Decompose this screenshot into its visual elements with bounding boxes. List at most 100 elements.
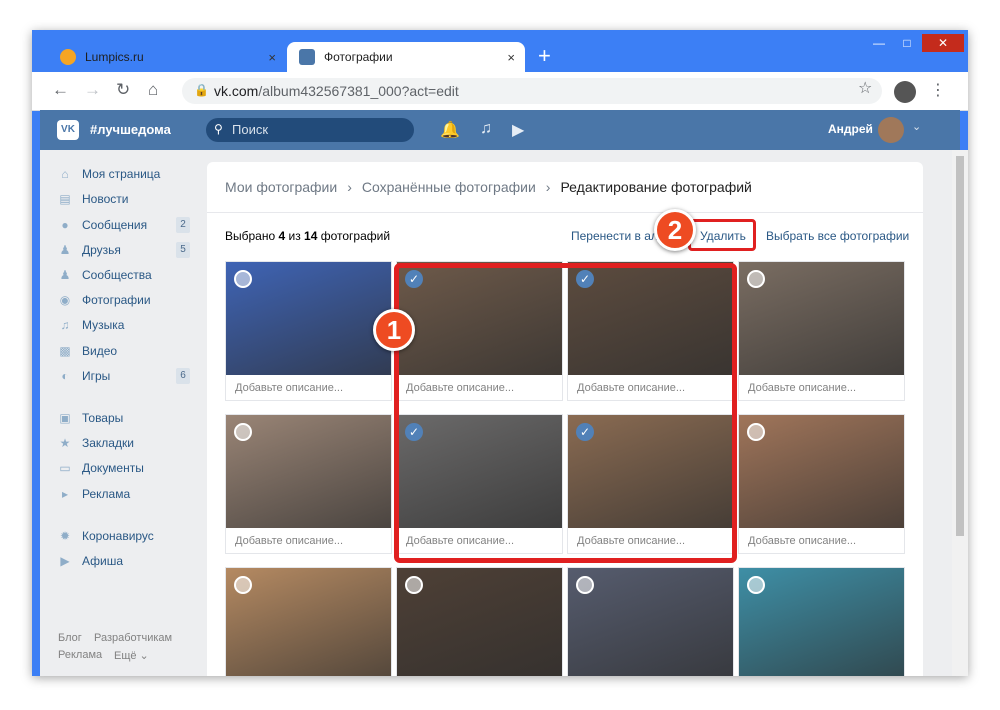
close-icon[interactable]: × [507, 50, 515, 65]
bookmark-star-icon[interactable]: ☆ [858, 78, 872, 98]
sidebar-item-afisha[interactable]: ▶ Афиша [58, 551, 198, 571]
footer-developers[interactable]: Разработчикам [94, 632, 172, 644]
photo-description[interactable]: Добавьте описание... [748, 382, 856, 394]
footer-more[interactable]: Ещё ⌄ [114, 649, 149, 662]
sidebar-item-photos[interactable]: ◉ Фотографии [58, 290, 198, 310]
music-icon: ♫ [60, 318, 70, 332]
url-text: vk.com/album432567381_000?act=edit [214, 83, 459, 99]
avatar[interactable] [878, 117, 904, 143]
photo-card[interactable] [567, 567, 734, 676]
vk-brand[interactable]: #лучшедома [90, 122, 171, 137]
sidebar-item-friends[interactable]: ♟ Друзья 5 [58, 240, 198, 260]
sidebar-item-label: Документы [82, 461, 144, 475]
photo-card[interactable] [396, 567, 563, 676]
reload-icon[interactable]: ↻ [116, 80, 130, 100]
camera-icon: ◉ [59, 293, 71, 307]
checkbox-icon[interactable] [747, 423, 765, 441]
sidebar-item-label: Афиша [82, 554, 124, 568]
user-name[interactable]: Андрей [828, 122, 873, 136]
sidebar-item-music[interactable]: ♫ Музыка [58, 315, 198, 335]
select-all-link[interactable]: Выбрать все фотографии [766, 229, 909, 243]
new-tab-button[interactable]: + [538, 45, 551, 67]
photo-card[interactable] [738, 567, 905, 676]
sidebar-item-my-page[interactable]: ⌂ Моя страница [58, 164, 198, 184]
address-bar[interactable]: 🔒 vk.com/album432567381_000?act=edit [182, 78, 882, 104]
selection-highlight-frame [394, 263, 737, 563]
search-input[interactable]: ⚲ Поиск [206, 118, 414, 142]
close-window-button[interactable]: ✕ [922, 34, 964, 52]
sidebar-item-label: Реклама [82, 487, 131, 501]
megaphone-icon: ▸ [61, 487, 69, 501]
search-placeholder: Поиск [232, 122, 269, 137]
scrollbar-thumb[interactable] [956, 156, 964, 536]
minimize-button[interactable]: — [866, 34, 892, 52]
breadcrumb-separator: › [347, 179, 352, 195]
delete-link[interactable]: Удалить [700, 229, 746, 243]
checkbox-icon[interactable] [747, 576, 765, 594]
photo-description[interactable]: Добавьте описание... [235, 382, 343, 394]
checkbox-icon[interactable] [747, 270, 765, 288]
photo-card[interactable]: Добавьте описание... [738, 414, 905, 554]
sidebar-item-goods[interactable]: ▣ Товары [58, 408, 198, 428]
home-icon[interactable]: ⌂ [148, 80, 158, 100]
sidebar-item-label: Сообщения [82, 218, 148, 232]
breadcrumb-saved-photos[interactable]: Сохранённые фотографии [362, 179, 536, 195]
checkbox-icon[interactable] [234, 423, 252, 441]
vk-header: VK #лучшедома ⚲ Поиск 🔔 ♫ ▶ Андрей ⌄ [40, 110, 960, 150]
news-icon: ▤ [59, 192, 71, 206]
photo-card[interactable]: Добавьте описание... [225, 414, 392, 554]
sidebar-item-bookmarks[interactable]: ★ Закладки [58, 433, 198, 453]
sidebar-item-communities[interactable]: ♟ Сообщества [58, 265, 198, 285]
sidebar-item-label: Музыка [82, 318, 125, 332]
photo-card[interactable] [225, 567, 392, 676]
sidebar-item-games[interactable]: ◐ Игры 6 [58, 366, 198, 386]
selection-summary: Выбрано 4 из 14 фотографий [225, 229, 390, 243]
checkbox-icon[interactable] [576, 576, 594, 594]
tab-lumpics[interactable]: Lumpics.ru × [48, 42, 286, 72]
photo-description[interactable]: Добавьте описание... [748, 535, 856, 547]
breadcrumb-my-photos[interactable]: Мои фотографии [225, 179, 337, 195]
film-icon: ▩ [59, 344, 71, 358]
sidebar-item-documents[interactable]: ▭ Документы [58, 458, 198, 478]
music-icon[interactable]: ♫ [480, 120, 492, 138]
sidebar-item-video[interactable]: ▩ Видео [58, 341, 198, 361]
checkbox-icon[interactable] [405, 576, 423, 594]
forward-icon[interactable]: → [84, 80, 101, 100]
vk-logo[interactable]: VK [57, 120, 79, 140]
browser-window: Lumpics.ru × Фотографии × + — □ ✕ ← → ↻ … [32, 30, 968, 676]
sidebar-item-label: Видео [82, 344, 118, 358]
total-count: 14 [304, 229, 318, 243]
sidebar-item-coronavirus[interactable]: ✹ Коронавирус [58, 526, 198, 546]
virus-icon: ✹ [59, 529, 71, 543]
sidebar-item-news[interactable]: ▤ Новости [58, 189, 198, 209]
bell-icon[interactable]: 🔔 [440, 120, 460, 140]
sidebar-item-ads[interactable]: ▸ Реклама [58, 484, 198, 504]
breadcrumb-current: Редактирование фотографий [560, 179, 752, 195]
sidebar-item-messages[interactable]: ● Сообщения 2 [58, 215, 198, 235]
move-to-album-link[interactable]: Перенести в ал [571, 229, 658, 243]
chevron-down-icon[interactable]: ⌄ [912, 120, 921, 133]
sidebar-item-label: Моя страница [82, 167, 161, 181]
close-icon[interactable]: × [268, 50, 276, 65]
scrollbar[interactable] [952, 150, 968, 676]
profile-avatar[interactable] [894, 81, 916, 103]
browser-toolbar: ← → ↻ ⌂ 🔒 vk.com/album432567381_000?act=… [32, 72, 968, 111]
url-path: /album432567381_000?act=edit [258, 83, 459, 99]
photo-card[interactable]: Добавьте описание... [225, 261, 392, 401]
checkbox-icon[interactable] [234, 270, 252, 288]
sidebar-item-label: Сообщества [82, 268, 152, 282]
back-icon[interactable]: ← [52, 80, 69, 100]
footer-blog[interactable]: Блог [58, 632, 82, 644]
page-body: ⌂ Моя страница ▤ Новости ● Сообщения 2 ♟ Друз… [40, 150, 952, 676]
maximize-button[interactable]: □ [894, 34, 920, 52]
checkbox-icon[interactable] [234, 576, 252, 594]
tab-photos[interactable]: Фотографии × [287, 42, 525, 72]
sidebar-item-label: Коронавирус [82, 529, 154, 543]
search-icon: ⚲ [214, 122, 223, 136]
menu-icon[interactable]: ⋮ [930, 80, 946, 100]
tab-title: Фотографии [324, 50, 393, 64]
photo-card[interactable]: Добавьте описание... [738, 261, 905, 401]
photo-description[interactable]: Добавьте описание... [235, 535, 343, 547]
play-icon[interactable]: ▶ [512, 120, 524, 140]
footer-ads[interactable]: Реклама [58, 649, 102, 661]
